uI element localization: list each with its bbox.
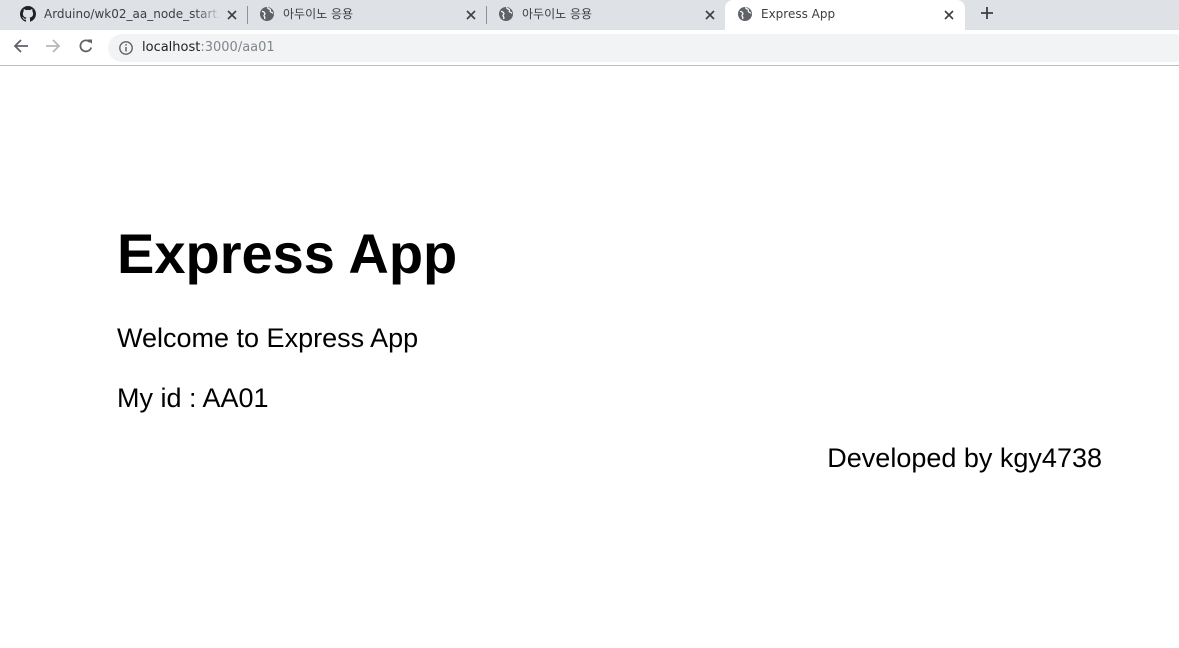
- github-icon: [20, 6, 36, 22]
- tab-title: 아두이노 응용: [522, 7, 593, 21]
- arrow-left-icon: [13, 38, 29, 59]
- browser-toolbar: localhost:3000/aa01: [0, 30, 1179, 66]
- developer-credit: Developed by kgy4738: [827, 443, 1102, 473]
- close-icon[interactable]: [702, 7, 718, 23]
- globe-icon: [259, 6, 275, 22]
- tab-github-pdf[interactable]: Arduino/wk02_aa_node_start.pdf: [0, 0, 247, 30]
- url-text[interactable]: localhost:3000/aa01: [142, 41, 275, 55]
- id-text: My id : AA01: [117, 383, 269, 413]
- url-path: :3000/aa01: [200, 40, 275, 55]
- welcome-text: Welcome to Express App: [117, 323, 419, 353]
- tab-arduino-2[interactable]: 아두이노 응용: [479, 0, 726, 30]
- url-host: localhost: [142, 40, 201, 55]
- reload-button[interactable]: [75, 37, 97, 59]
- close-icon[interactable]: [463, 7, 479, 23]
- globe-icon: [737, 6, 753, 22]
- tab-strip: Arduino/wk02_aa_node_start.pdf 아두이노 응용 아…: [0, 0, 1179, 30]
- tab-title: Express App: [761, 7, 836, 21]
- page-title: Express App: [117, 222, 458, 285]
- arrow-right-icon: [45, 38, 61, 59]
- plus-icon: [980, 6, 994, 25]
- info-icon[interactable]: [118, 40, 134, 56]
- page-content: Express App Welcome to Express App My id…: [0, 67, 1179, 648]
- back-button[interactable]: [10, 37, 32, 59]
- reload-icon: [78, 38, 94, 59]
- tab-express-app[interactable]: Express App: [725, 0, 965, 30]
- new-tab-button[interactable]: [976, 4, 998, 26]
- globe-icon: [498, 6, 514, 22]
- close-icon[interactable]: [941, 7, 957, 23]
- address-bar[interactable]: localhost:3000/aa01: [108, 34, 1179, 62]
- tab-title: 아두이노 응용: [283, 7, 354, 21]
- close-icon[interactable]: [224, 7, 240, 23]
- forward-button[interactable]: [42, 37, 64, 59]
- tab-arduino-1[interactable]: 아두이노 응용: [240, 0, 487, 30]
- tab-title: Arduino/wk02_aa_node_start.pdf: [44, 7, 222, 21]
